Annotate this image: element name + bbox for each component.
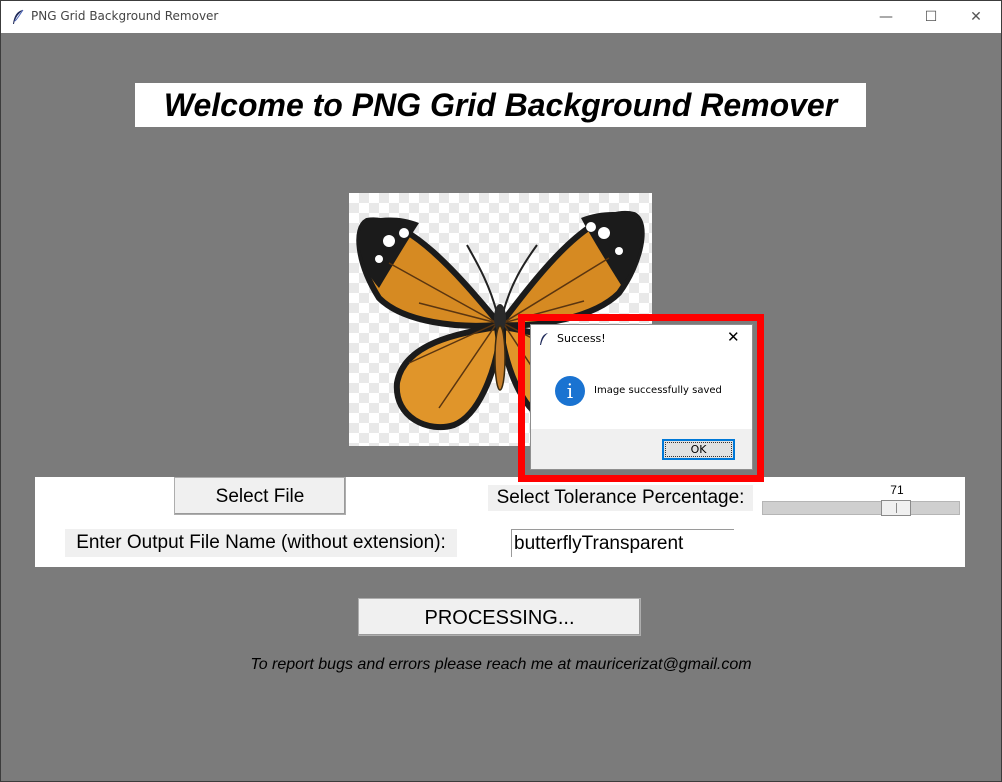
info-icon: i (555, 376, 585, 406)
output-filename-input[interactable] (511, 529, 734, 557)
feather-icon (540, 333, 548, 345)
footer-contact: To report bugs and errors please reach m… (250, 656, 752, 673)
dialog-footer: OK (531, 429, 752, 469)
slider-trough[interactable] (762, 501, 960, 515)
welcome-heading: Welcome to PNG Grid Background Remover (135, 83, 866, 127)
slider-handle[interactable] (881, 500, 912, 516)
title-bar: PNG Grid Background Remover — ☐ ✕ (1, 1, 1001, 33)
window-title: PNG Grid Background Remover (31, 9, 219, 23)
tolerance-value: 71 (890, 483, 904, 497)
app-window: PNG Grid Background Remover — ☐ ✕ Welcom… (0, 0, 1002, 782)
output-filename-label: Enter Output File Name (without extensio… (65, 529, 457, 557)
controls-panel: Select File Select Tolerance Percentage:… (35, 477, 965, 567)
dialog-title: Success! (557, 332, 606, 345)
success-dialog: Success! ✕ i Image successfully saved OK (530, 324, 753, 470)
maximize-button[interactable]: ☐ (908, 1, 954, 33)
dialog-close-button[interactable]: ✕ (727, 328, 740, 346)
tolerance-label: Select Tolerance Percentage: (488, 485, 753, 511)
minimize-button[interactable]: — (863, 1, 909, 33)
close-button[interactable]: ✕ (953, 1, 999, 33)
ok-button[interactable]: OK (662, 439, 735, 460)
feather-icon (13, 9, 24, 24)
tolerance-slider[interactable]: 71 (762, 479, 962, 517)
dialog-message: Image successfully saved (594, 385, 722, 396)
process-button[interactable]: PROCESSING... (358, 598, 641, 636)
select-file-button[interactable]: Select File (174, 477, 346, 515)
